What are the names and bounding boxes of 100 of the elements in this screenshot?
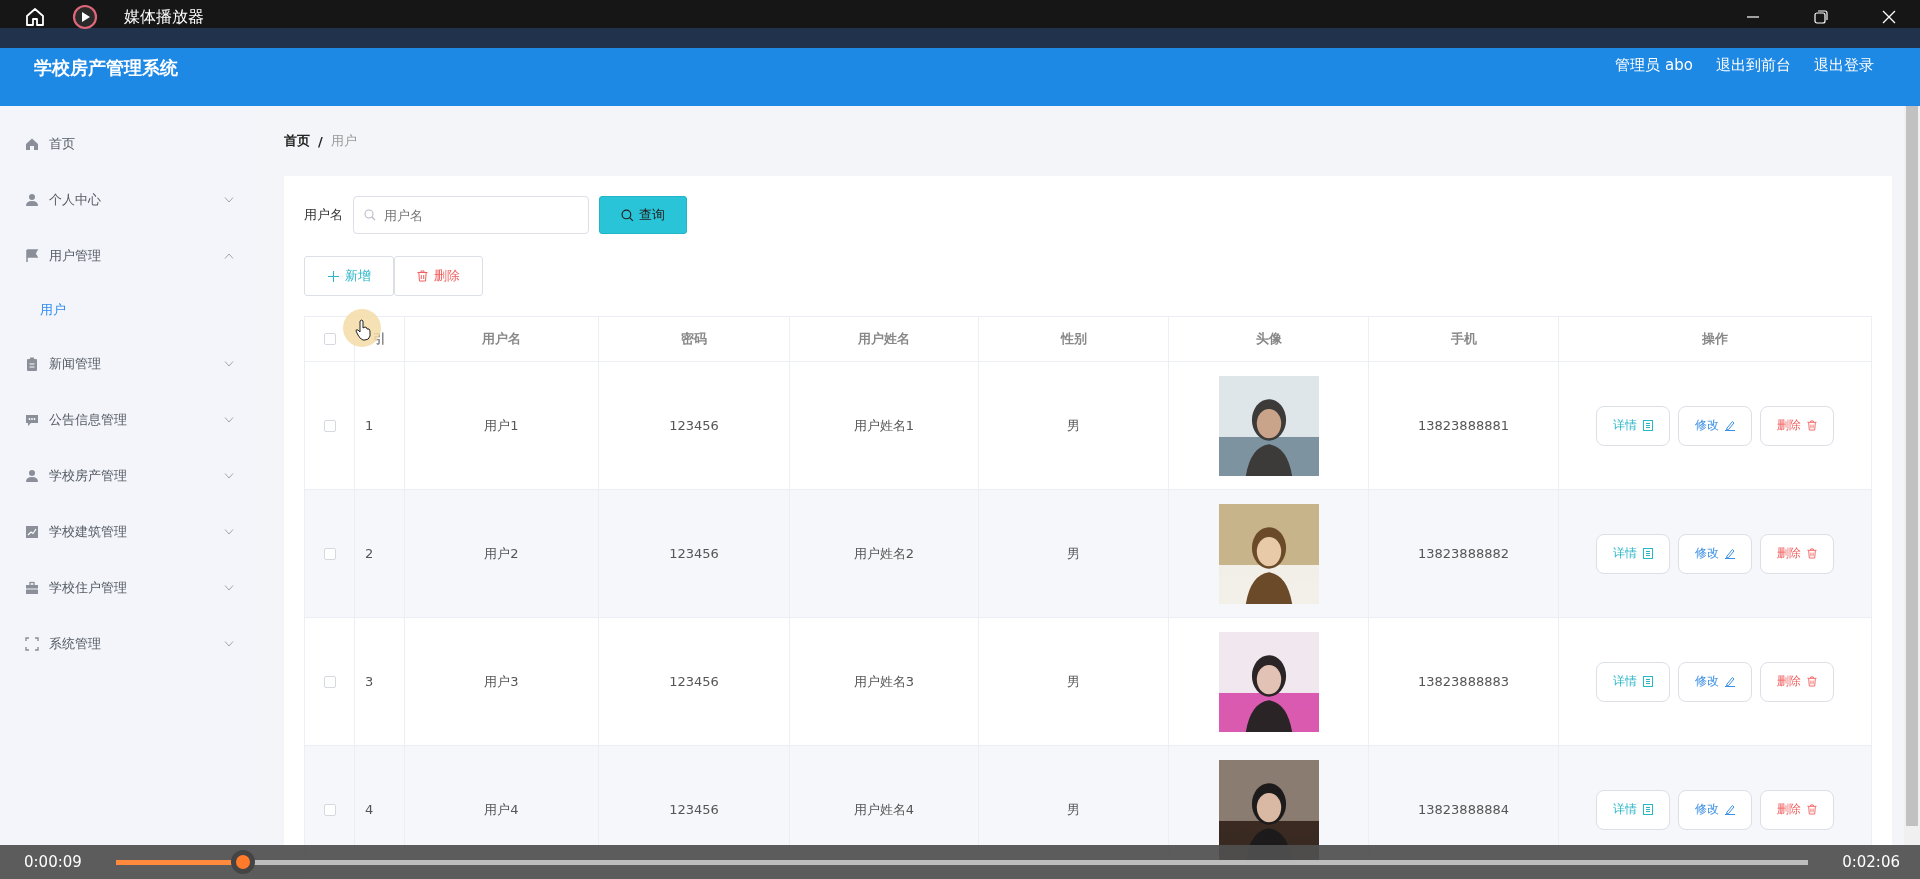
header-link[interactable]: 退出到前台: [1716, 56, 1791, 75]
table-cell: 1: [355, 362, 405, 489]
table-cell: 用户2: [405, 490, 599, 617]
edit-button[interactable]: 修改: [1678, 789, 1752, 830]
pencil-icon: [1725, 804, 1735, 815]
delete-button[interactable]: 删除: [1760, 789, 1834, 830]
chart-icon: [25, 525, 39, 539]
table-cell: 男: [979, 362, 1169, 489]
column-header: 操作: [1701, 330, 1729, 348]
document-icon: [1643, 676, 1653, 687]
menu-item[interactable]: 首页: [0, 116, 258, 172]
row-checkbox[interactable]: [323, 803, 336, 816]
header-link[interactable]: 管理员 abo: [1615, 56, 1693, 75]
document-icon: [1643, 804, 1653, 815]
submenu-item[interactable]: 用户: [0, 284, 258, 336]
detail-button[interactable]: 详情: [1596, 661, 1670, 702]
person-icon: [25, 193, 39, 207]
column-header: 手机: [1369, 317, 1559, 361]
column-header: 密码: [599, 317, 790, 361]
player-title: 媒体播放器: [124, 6, 204, 28]
table-cell: 123456: [599, 490, 790, 617]
menu-item[interactable]: 学校建筑管理: [0, 504, 258, 560]
document-icon: [1643, 420, 1653, 431]
column-header: 性别: [979, 317, 1169, 361]
chevron-icon: [224, 641, 234, 647]
breadcrumb-separator: /: [318, 133, 323, 149]
trash-icon: [1807, 676, 1817, 687]
trash-icon: [1807, 420, 1817, 431]
home-icon[interactable]: [24, 6, 46, 28]
flag-icon: [25, 249, 39, 263]
close-icon[interactable]: [1882, 10, 1896, 24]
edit-button[interactable]: 修改: [1678, 661, 1752, 702]
play-icon: [72, 4, 98, 30]
chat-bubble-icon: [25, 413, 39, 427]
delete-button[interactable]: 删除: [1760, 533, 1834, 574]
table-cell: 用户3: [405, 618, 599, 745]
breadcrumb-link[interactable]: 首页: [284, 132, 310, 150]
menu-item[interactable]: 新闻管理: [0, 336, 258, 392]
total-time: 0:02:06: [1842, 853, 1900, 871]
edit-button[interactable]: 修改: [1678, 405, 1752, 446]
row-checkbox[interactable]: [323, 419, 336, 432]
restore-icon[interactable]: [1814, 10, 1828, 24]
search-icon: [621, 208, 634, 222]
row-checkbox[interactable]: [323, 547, 336, 560]
trash-icon: [1807, 548, 1817, 559]
table-cell: 用户姓名2: [790, 490, 979, 617]
system-title: 学校房产管理系统: [34, 56, 178, 80]
select-all-checkbox[interactable]: [323, 333, 336, 345]
document-icon: [1643, 548, 1653, 559]
chevron-icon: [224, 417, 234, 423]
menu-item[interactable]: 学校房产管理: [0, 448, 258, 504]
table-cell: 13823888881: [1369, 362, 1559, 489]
pencil-icon: [1725, 548, 1735, 559]
detail-button[interactable]: 详情: [1596, 533, 1670, 574]
table-cell: 123456: [599, 618, 790, 745]
column-header: 用户名: [405, 317, 599, 361]
chevron-icon: [224, 529, 234, 535]
table-cell: 男: [979, 618, 1169, 745]
breadcrumb-link[interactable]: 用户: [330, 132, 357, 150]
delete-button[interactable]: 删除: [1760, 661, 1834, 702]
seek-handle[interactable]: [230, 850, 255, 874]
briefcase-icon: [25, 581, 39, 595]
elapsed-time: 0:00:09: [24, 853, 82, 871]
home-icon: [25, 137, 39, 151]
chevron-icon: [224, 361, 234, 367]
trash-icon: [417, 270, 428, 282]
plus-icon: [327, 270, 339, 282]
person-icon: [25, 469, 39, 483]
table-cell: 3: [355, 618, 405, 745]
search-field[interactable]: 用户名: [353, 196, 589, 234]
table-cell: 13823888882: [1369, 490, 1559, 617]
detail-button[interactable]: 详情: [1596, 789, 1670, 830]
table-cell: 2: [355, 490, 405, 617]
delete-button[interactable]: 删除: [1760, 405, 1834, 446]
table-cell: 用户姓名1: [790, 362, 979, 489]
row-checkbox[interactable]: [323, 675, 336, 688]
pencil-icon: [1725, 676, 1735, 687]
menu-item[interactable]: 公告信息管理: [0, 392, 258, 448]
menu-item[interactable]: 个人中心: [0, 172, 258, 228]
header-link[interactable]: 退出登录: [1814, 56, 1874, 75]
search-button[interactable]: 查询: [599, 196, 687, 234]
table-cell: 用户1: [405, 362, 599, 489]
pencil-icon: [1725, 420, 1735, 431]
detail-button[interactable]: 详情: [1596, 405, 1670, 446]
table-cell: 男: [979, 490, 1169, 617]
search-label: 用户名: [304, 206, 343, 224]
chevron-icon: [224, 253, 234, 259]
seek-bar[interactable]: [115, 850, 1809, 874]
table-cell: 13823888883: [1369, 618, 1559, 745]
delete-button[interactable]: 删除: [394, 256, 483, 296]
menu-item[interactable]: 系统管理: [0, 616, 258, 672]
edit-button[interactable]: 修改: [1678, 533, 1752, 574]
clipboard-icon: [25, 357, 39, 371]
scrollbar[interactable]: [1904, 106, 1920, 845]
add-button[interactable]: 新增: [304, 256, 394, 296]
menu-item[interactable]: 用户管理: [0, 228, 258, 284]
table-cell: 123456: [599, 362, 790, 489]
menu-item[interactable]: 学校住户管理: [0, 560, 258, 616]
chevron-icon: [224, 197, 234, 203]
chevron-icon: [224, 585, 234, 591]
